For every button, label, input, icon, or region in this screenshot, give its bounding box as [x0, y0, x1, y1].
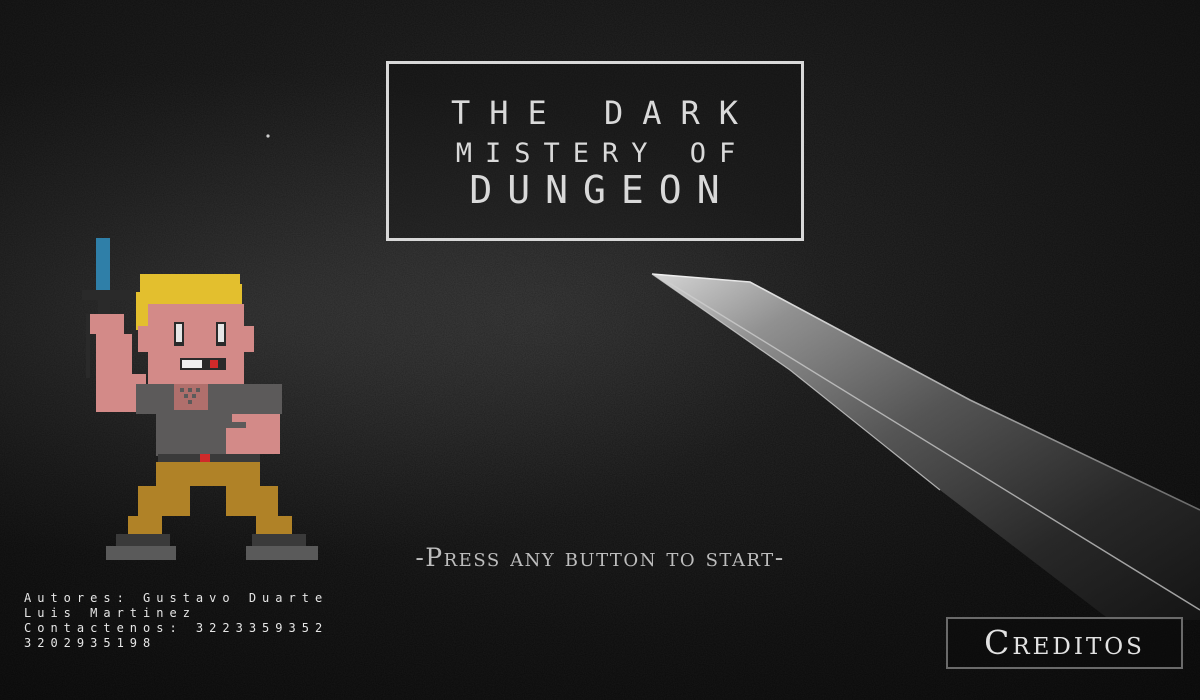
hero-pants: [156, 462, 260, 486]
hero-hair: [140, 274, 240, 308]
authors-line-2: Luis Martinez: [24, 606, 196, 620]
hero-shirt: [136, 384, 282, 414]
contact-line-2: 3202935198: [24, 636, 157, 650]
game-title-line-3: DUNGEON: [469, 168, 735, 212]
authors-line-1: Autores: Gustavo Duarte: [24, 591, 329, 605]
contact-line-1: Contactenos: 3223359352: [24, 621, 329, 635]
game-title-line-1: THE DARK: [450, 94, 758, 132]
hero-right-boot: [252, 534, 306, 546]
sword-blade: [96, 238, 110, 290]
authors-info: Autores: Gustavo Duarte Luis Martinez Co…: [24, 591, 328, 651]
game-title-box: THE DARK MISTERY OF DUNGEON: [386, 61, 804, 241]
sword-guard: [82, 290, 130, 300]
game-title-line-2: MISTERY OF: [455, 138, 749, 169]
pixel-hero-sprite: [82, 238, 318, 560]
hero-head: [148, 304, 244, 384]
hero-left-boot: [116, 534, 170, 546]
press-start-prompt[interactable]: -Press any button to start-: [360, 543, 840, 572]
title-screen[interactable]: THE DARK MISTERY OF DUNGEON -Press any b…: [0, 0, 1200, 700]
credits-button[interactable]: Creditos: [946, 617, 1183, 669]
